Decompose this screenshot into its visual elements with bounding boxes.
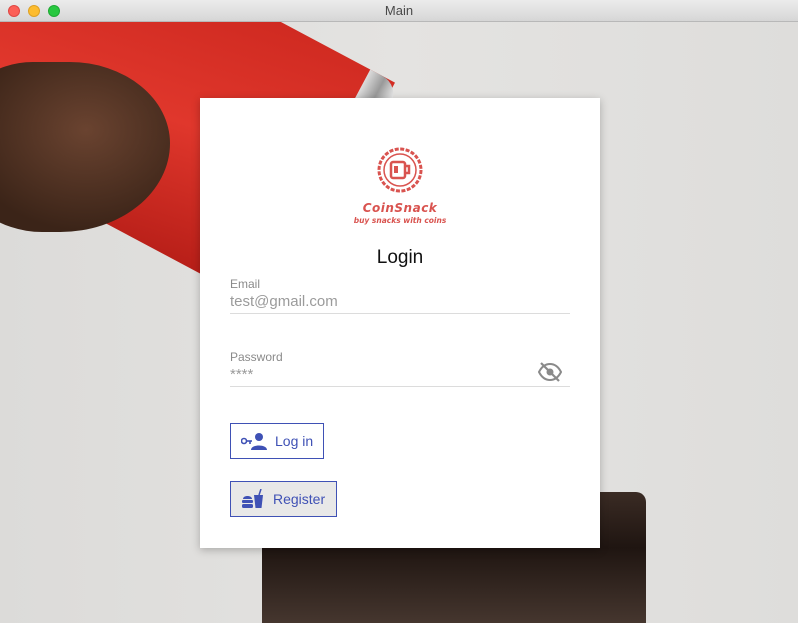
login-button[interactable]: Log in <box>230 423 324 459</box>
register-button-label: Register <box>273 491 326 507</box>
password-underline <box>230 386 570 387</box>
password-field[interactable]: Password **** <box>230 350 570 387</box>
login-button-label: Log in <box>275 433 314 449</box>
coinsnack-logo-icon <box>200 146 600 199</box>
password-label: Password <box>230 350 283 364</box>
email-label: Email <box>230 277 261 291</box>
fastfood-icon <box>242 489 263 508</box>
key-person-icon <box>241 433 267 450</box>
email-underline <box>230 313 570 314</box>
email-field[interactable]: Email test@gmail.com <box>230 277 570 314</box>
email-input[interactable]: test@gmail.com <box>230 293 570 313</box>
login-card: CoinSnack buy snacks with coins Login Em… <box>200 98 600 548</box>
password-input[interactable]: **** <box>230 366 570 386</box>
window-title: Main <box>384 3 414 18</box>
brand-tagline: buy snacks with coins <box>353 216 447 225</box>
brand-name: CoinSnack <box>362 201 438 215</box>
window-titlebar: Main <box>0 0 798 22</box>
page-title: Login <box>376 247 424 268</box>
eye-off-icon[interactable] <box>537 360 563 384</box>
register-button[interactable]: Register <box>230 481 337 517</box>
